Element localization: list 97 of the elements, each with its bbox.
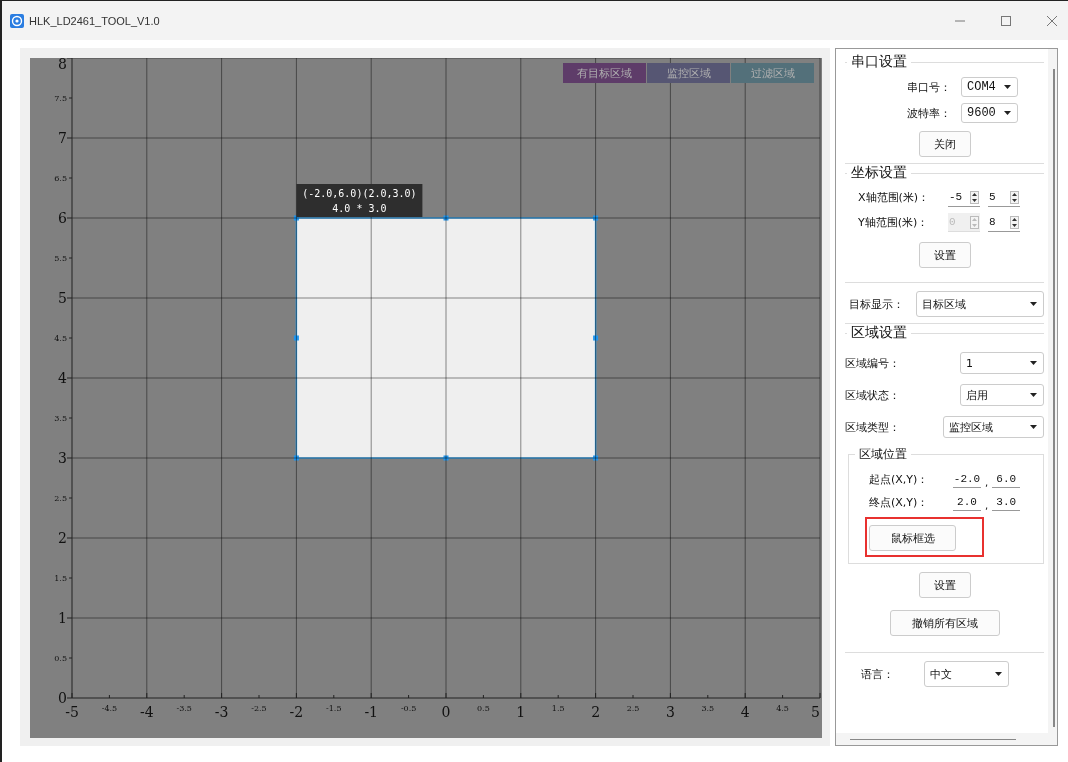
clear-regions-button[interactable]: 撤销所有区域 <box>889 610 1000 636</box>
legend-label: 过滤区域 <box>731 63 814 83</box>
axis-tick-label: 3 <box>665 704 675 720</box>
group-title: 坐标设置 <box>850 164 908 182</box>
axis-tick-label: 4 <box>740 704 750 720</box>
app-icon <box>10 13 24 28</box>
group-title: 串口设置 <box>850 53 908 71</box>
horizontal-scrollbar[interactable] <box>836 733 1057 745</box>
dropdown[interactable]: 监控区域 <box>943 416 1044 438</box>
axis-tick-label: 0 <box>58 690 67 706</box>
field-label: 语言： <box>861 666 894 682</box>
axis-tick-label: 8 <box>58 58 67 72</box>
field-label: 波特率： <box>906 105 951 121</box>
axis-tick-label: 1 <box>58 610 67 626</box>
input-field[interactable]: 6.0 <box>992 471 1021 488</box>
field-label: Y轴范围(米)： <box>858 215 930 230</box>
input-field[interactable]: 2.0 <box>953 494 981 511</box>
axis-tick-label: -3 <box>214 704 229 720</box>
axis-tick-label: 0 <box>441 704 451 720</box>
caret-icon <box>1030 393 1037 397</box>
axis-tick-label: -1 <box>364 704 378 720</box>
caret-icon <box>995 672 1002 676</box>
caret-icon <box>1004 111 1011 115</box>
spin-arrows-icon <box>970 215 979 229</box>
axis-tick-label: 2 <box>591 704 601 720</box>
axis-tick-label: -2 <box>289 704 304 720</box>
tooltip-text: 4.0 * 3.0 <box>332 203 387 214</box>
axis-tick-label: 7 <box>58 130 67 146</box>
caret-icon <box>1004 85 1011 89</box>
field-label: X轴范围(米)： <box>858 190 931 205</box>
legend-label: 监控区域 <box>647 63 730 83</box>
axis-tick-label: 3.5 <box>701 704 715 713</box>
spin-box[interactable]: 8 <box>988 213 1020 232</box>
axis-tick-label: -5 <box>65 704 79 720</box>
input-field[interactable]: 3.0 <box>992 494 1021 511</box>
axis-tick-label: 0.5 <box>477 704 490 713</box>
field-label: 目标显示： <box>849 296 904 312</box>
axis-tick-label: 3 <box>58 450 67 466</box>
legend-label: 有目标区域 <box>563 63 646 83</box>
axis-tick-label: -2.5 <box>251 704 267 713</box>
field-label: 串口号： <box>906 79 951 95</box>
group-title: 区域位置 <box>858 446 908 463</box>
window-title: HLK_LD2461_TOOL_V1.0 <box>29 14 160 27</box>
apply-button[interactable]: 设置 <box>918 572 971 598</box>
tooltip-text: (-2.0,6.0)(2.0,3.0) <box>302 188 417 199</box>
axis-tick-label: 2.5 <box>54 494 67 503</box>
selection-rectangle[interactable] <box>293 215 599 461</box>
axis-tick-label: -0.5 <box>400 704 417 713</box>
axis-tick-label: 6.5 <box>54 174 67 183</box>
caret-icon <box>1030 425 1037 429</box>
axis-tick-label: 5 <box>811 704 820 720</box>
spin-box[interactable]: 5 <box>988 188 1020 207</box>
dropdown[interactable]: 1 <box>960 352 1044 374</box>
axis-tick-label: 1.5 <box>54 574 67 583</box>
maximize-icon[interactable] <box>1000 14 1012 27</box>
dropdown[interactable]: 启用 <box>960 384 1044 406</box>
separator: , <box>985 477 989 488</box>
axis-tick-label: -3.5 <box>176 704 192 713</box>
vertical-scrollbar[interactable] <box>1048 49 1057 733</box>
field-label: 终点(X,Y)： <box>869 495 930 510</box>
field-label: 起点(X,Y)： <box>869 472 930 487</box>
axis-tick-label: 7.5 <box>54 94 67 103</box>
close-icon[interactable] <box>1046 14 1058 27</box>
separator: , <box>985 500 989 511</box>
field-label: 区域编号： <box>845 355 900 371</box>
caret-icon <box>1030 302 1037 306</box>
axis-tick-label: -4.5 <box>101 704 118 713</box>
spin-arrows-icon <box>1010 190 1019 204</box>
field-label: 区域类型： <box>845 419 900 435</box>
axis-tick-label: 3.5 <box>54 414 67 423</box>
apply-button[interactable]: 设置 <box>918 242 971 268</box>
caret-icon <box>1030 361 1037 365</box>
axis-tick-label: 6 <box>58 210 67 226</box>
mouse-select-button[interactable]: 鼠标框选 <box>869 525 956 551</box>
axis-tick-label: 1 <box>516 704 526 720</box>
axis-tick-label: 5.5 <box>54 254 67 263</box>
field-label: 区域状态： <box>845 387 900 403</box>
spin-arrows-icon <box>970 190 979 204</box>
axis-tick-label: 4 <box>58 370 67 386</box>
axis-tick-label: 4.5 <box>54 334 67 343</box>
input-field[interactable]: -2.0 <box>953 471 981 488</box>
axis-tick-label: 4.5 <box>776 704 789 713</box>
axis-tick-label: 0.5 <box>54 654 67 663</box>
axis-tick-label: 2 <box>58 530 67 546</box>
dropdown[interactable]: 目标区域 <box>916 291 1044 317</box>
close-port-button[interactable]: 关闭 <box>918 131 971 157</box>
dropdown[interactable]: COM4 <box>961 77 1018 97</box>
dropdown[interactable]: 中文 <box>924 661 1009 687</box>
axis-tick-label: 1.5 <box>551 704 565 713</box>
spin-arrows-icon <box>1010 215 1019 229</box>
axis-tick-label: -4 <box>140 704 154 720</box>
axis-tick-label: 5 <box>58 290 67 306</box>
group-title: 区域设置 <box>850 324 908 342</box>
axis-tick-label: -1.5 <box>326 704 342 713</box>
axis-tick-label: 2.5 <box>626 704 640 713</box>
spin-box[interactable]: -5 <box>948 188 980 207</box>
dropdown[interactable]: 9600 <box>961 103 1018 123</box>
